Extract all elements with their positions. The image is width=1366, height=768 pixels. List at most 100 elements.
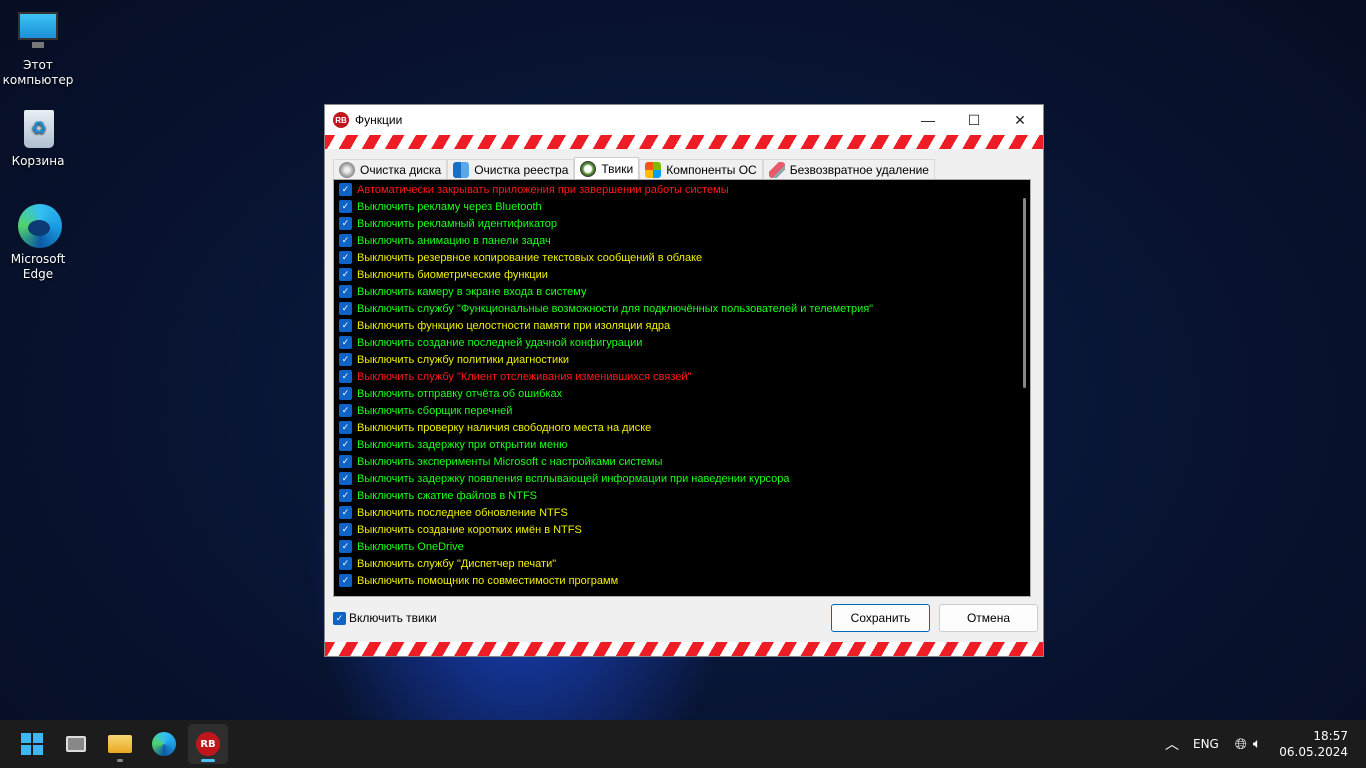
tweak-label: Выключить функцию целостности памяти при… <box>357 319 671 332</box>
tweak-item[interactable]: ✓ Выключить создание последней удачной ко… <box>334 334 1030 351</box>
tweak-item[interactable]: ✓ Выключить службу "Функциональные возмож… <box>334 300 1030 317</box>
tweak-label: Выключить создание последней удачной кон… <box>357 336 643 349</box>
checkbox-checked-icon[interactable]: ✓ <box>339 506 352 519</box>
tweak-item[interactable]: ✓ Выключить отправку отчёта об ошибках <box>334 385 1030 402</box>
minimize-button[interactable]: — <box>905 105 951 135</box>
tab-os-components[interactable]: Компоненты ОС <box>639 159 763 179</box>
checkbox-checked-icon[interactable]: ✓ <box>339 489 352 502</box>
checkbox-checked-icon[interactable]: ✓ <box>339 336 352 349</box>
tweak-label: Выключить службу "Клиент отслеживания из… <box>357 370 692 383</box>
checkbox-checked-icon[interactable]: ✓ <box>339 387 352 400</box>
tweak-label: Выключить эксперименты Microsoft с настр… <box>357 455 663 468</box>
checkbox-checked-icon[interactable]: ✓ <box>339 183 352 196</box>
title-bar: RB Функции — ☐ ✕ <box>325 105 1043 135</box>
maximize-button[interactable]: ☐ <box>951 105 997 135</box>
windows-logo-icon <box>645 161 662 178</box>
chevron-up-icon[interactable]: ︿ <box>1165 734 1179 754</box>
window-title: Функции <box>355 113 403 127</box>
tweak-item[interactable]: ✓ Выключить последнее обновление NTFS <box>334 504 1030 521</box>
system-tray: ︿ ENG 🌐︎ 🔈︎ 18:57 06.05.2024 <box>1165 720 1366 768</box>
app-button-active[interactable]: RB <box>188 724 228 764</box>
clock[interactable]: 18:57 06.05.2024 <box>1279 728 1348 760</box>
tweak-item[interactable]: ✓ Выключить рекламу через Bluetooth <box>334 198 1030 215</box>
tweak-item[interactable]: ✓ Выключить эксперименты Microsoft с наст… <box>334 453 1030 470</box>
tweak-label: Выключить рекламный идентификатор <box>357 217 557 230</box>
checkbox-checked-icon[interactable]: ✓ <box>339 268 352 281</box>
scrollbar-thumb[interactable] <box>1023 198 1026 388</box>
checkbox-checked-icon[interactable]: ✓ <box>339 319 352 332</box>
tweak-label: Выключить камеру в экране входа в систем… <box>357 285 587 298</box>
tweak-item[interactable]: ✓ Выключить задержку появления всплывающе… <box>334 470 1030 487</box>
enable-tweaks-checkbox[interactable]: ✓ Включить твики <box>333 611 437 625</box>
checkbox-checked-icon[interactable]: ✓ <box>339 353 352 366</box>
checkbox-checked-icon[interactable]: ✓ <box>339 217 352 230</box>
checkbox-checked-icon[interactable]: ✓ <box>339 472 352 485</box>
task-view-button[interactable] <box>56 724 96 764</box>
recycle-bin-icon: ♻ <box>16 106 60 150</box>
tweak-item[interactable]: ✓ Выключить службу "Клиент отслеживания и… <box>334 368 1030 385</box>
tweak-item[interactable]: ✓ Выключить сжатие файлов в NTFS <box>334 487 1030 504</box>
tweak-item[interactable]: ✓ Автоматически закрывать приложения при … <box>334 181 1030 198</box>
desktop-icon-edge[interactable]: Microsoft Edge <box>0 204 76 282</box>
decorative-stripe-bottom <box>325 642 1043 656</box>
tweak-label: Выключить службу политики диагностики <box>357 353 570 366</box>
tweak-item[interactable]: ✓ Выключить анимацию в панели задач <box>334 232 1030 249</box>
tweak-item[interactable]: ✓ Выключить камеру в экране входа в систе… <box>334 283 1030 300</box>
checkbox-checked-icon[interactable]: ✓ <box>339 574 352 587</box>
checkbox-checked-icon[interactable]: ✓ <box>339 251 352 264</box>
checkbox-checked-icon[interactable]: ✓ <box>339 540 352 553</box>
tweak-item[interactable]: ✓ Выключить службу политики диагностики <box>334 351 1030 368</box>
start-button[interactable] <box>12 724 52 764</box>
edge-button[interactable] <box>144 724 184 764</box>
app-logo-icon: RB <box>196 732 220 756</box>
tab-permanent-delete[interactable]: Безвозвратное удаление <box>762 159 935 179</box>
tweak-label: Выключить последнее обновление NTFS <box>357 506 568 519</box>
tweak-item[interactable]: ✓ Выключить резервное копирование текстов… <box>334 249 1030 266</box>
network-globe-icon[interactable]: 🌐︎ <box>1235 735 1247 753</box>
tweak-label: Выключить резервное копирование текстовы… <box>357 251 703 264</box>
checkbox-checked-icon[interactable]: ✓ <box>339 200 352 213</box>
checkbox-checked-icon[interactable]: ✓ <box>339 234 352 247</box>
tweak-item[interactable]: ✓ Выключить создание коротких имён в NTFS <box>334 521 1030 538</box>
checkbox-checked-icon[interactable]: ✓ <box>339 523 352 536</box>
close-button[interactable]: ✕ <box>997 105 1043 135</box>
checkbox-checked-icon[interactable]: ✓ <box>339 370 352 383</box>
tweak-item[interactable]: ✓ Выключить проверку наличия свободного м… <box>334 419 1030 436</box>
tweak-item[interactable]: ✓ Выключить рекламный идентификатор <box>334 215 1030 232</box>
checkbox-checked-icon[interactable]: ✓ <box>339 285 352 298</box>
tweak-item[interactable]: ✓ Выключить OneDrive <box>334 538 1030 555</box>
save-button[interactable]: Сохранить <box>831 604 930 632</box>
tweak-label: Выключить OneDrive <box>357 540 464 553</box>
volume-icon[interactable]: 🔈︎ <box>1253 736 1261 752</box>
tweak-label: Выключить рекламу через Bluetooth <box>357 200 542 213</box>
checkbox-checked-icon[interactable]: ✓ <box>339 438 352 451</box>
tweak-item[interactable]: ✓ Выключить сборщик перечней <box>334 402 1030 419</box>
gauge-icon <box>580 160 597 177</box>
tweak-item[interactable]: ✓ Выключить задержку при открытии меню <box>334 436 1030 453</box>
tweak-item[interactable]: ✓ Выключить помощник по совместимости про… <box>334 572 1030 589</box>
edge-icon <box>152 732 176 756</box>
language-indicator[interactable]: ENG <box>1193 737 1219 751</box>
tweak-label: Выключить проверку наличия свободного ме… <box>357 421 652 434</box>
tweak-item[interactable]: ✓ Выключить службу "Диспетчер печати" <box>334 555 1030 572</box>
tweak-item[interactable]: ✓ Выключить биометрические функции <box>334 266 1030 283</box>
checkbox-checked-icon[interactable]: ✓ <box>339 421 352 434</box>
cancel-button[interactable]: Отмена <box>939 604 1038 632</box>
eraser-icon <box>768 161 785 178</box>
edge-icon <box>16 204 62 248</box>
checkbox-checked-icon[interactable]: ✓ <box>339 302 352 315</box>
tab-bar: Очистка диска Очистка реестра Твики Комп… <box>325 149 1043 179</box>
tweak-item[interactable]: ✓ Выключить функцию целостности памяти пр… <box>334 317 1030 334</box>
checkbox-checked-icon[interactable]: ✓ <box>339 404 352 417</box>
checkbox-checked-icon[interactable]: ✓ <box>339 557 352 570</box>
desktop-icon-recycle-bin[interactable]: ♻ Корзина <box>0 106 76 169</box>
tab-tweaks[interactable]: Твики <box>574 157 640 179</box>
decorative-stripe <box>325 135 1043 149</box>
checkbox-checked-icon[interactable]: ✓ <box>339 455 352 468</box>
tab-registry-cleanup[interactable]: Очистка реестра <box>447 159 575 179</box>
tab-disk-cleanup[interactable]: Очистка диска <box>333 159 448 179</box>
tweak-label: Выключить задержку при открытии меню <box>357 438 568 451</box>
file-explorer-button[interactable] <box>100 724 140 764</box>
registry-icon <box>453 161 470 178</box>
desktop-icon-this-pc[interactable]: Этот компьютер <box>0 10 76 88</box>
